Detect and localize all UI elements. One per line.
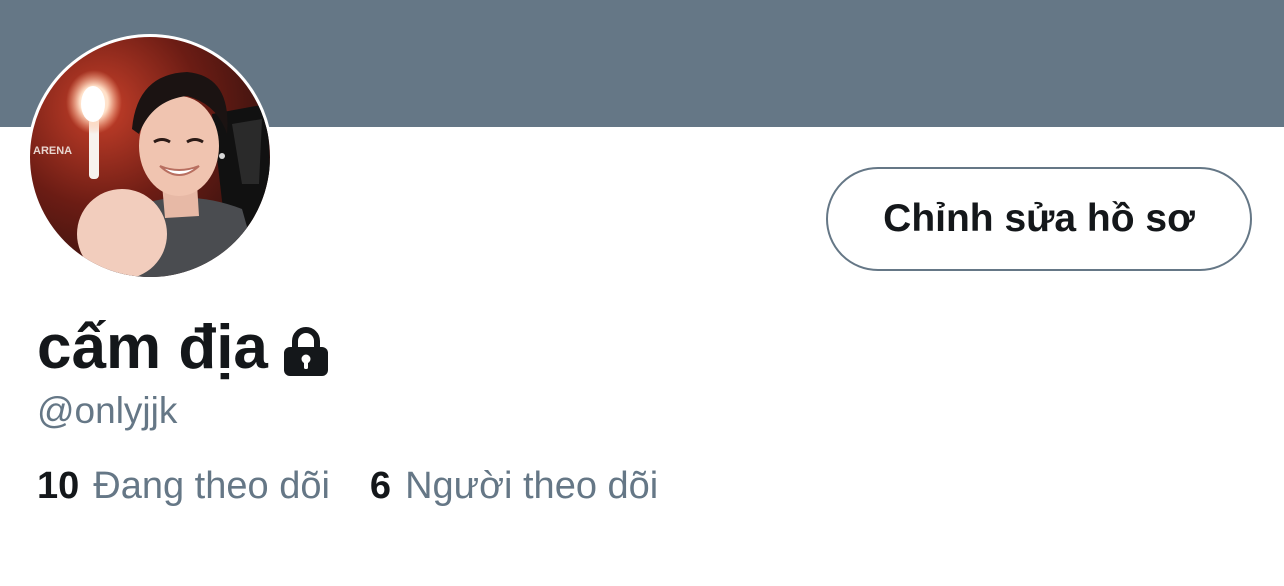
profile-handle: @onlyjjk	[37, 390, 178, 431]
profile-stats: 10 Đang theo dõi 6 Người theo dõi	[37, 462, 658, 510]
following-link[interactable]: 10 Đang theo dõi	[37, 462, 330, 510]
following-label: Đang theo dõi	[93, 465, 330, 507]
profile-avatar[interactable]: ARENA	[27, 34, 273, 280]
edit-profile-button[interactable]: Chỉnh sửa hồ sơ	[826, 167, 1252, 271]
display-name: cấm địa	[37, 313, 268, 382]
followers-link[interactable]: 6 Người theo dõi	[370, 462, 658, 510]
following-count: 10	[37, 465, 80, 507]
followers-label: Người theo dõi	[405, 465, 659, 507]
followers-count: 6	[369, 465, 392, 507]
avatar-photo: ARENA	[30, 37, 270, 277]
profile-name-row: cấm địa	[37, 312, 330, 384]
lock-icon	[282, 326, 330, 376]
svg-text:ARENA: ARENA	[33, 145, 72, 157]
